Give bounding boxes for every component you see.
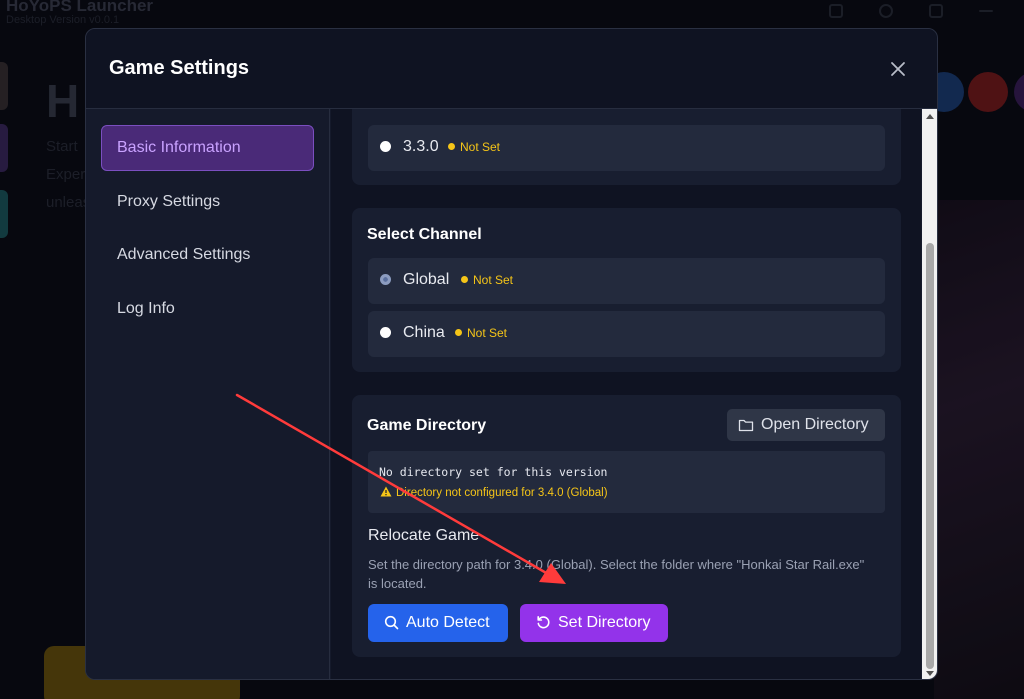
sidebar-item-proxy-settings[interactable]: Proxy Settings: [101, 179, 314, 225]
status-dot: [461, 276, 468, 283]
modal-title: Game Settings: [109, 57, 250, 79]
radio-button[interactable]: [380, 141, 391, 152]
content-scrollbar[interactable]: [922, 109, 937, 679]
version-card: 3.3.0 Not Set: [352, 109, 901, 185]
sidebar-item-advanced-settings[interactable]: Advanced Settings: [101, 232, 314, 278]
settings-sidebar: Basic Information Proxy Settings Advance…: [86, 109, 330, 679]
game-directory-title: Game Directory: [367, 417, 487, 434]
status-badge: Not Set: [455, 326, 507, 340]
directory-status-box: No directory set for this version Direct…: [368, 451, 885, 513]
close-button[interactable]: [886, 57, 910, 81]
game-settings-modal: Game Settings Basic Information Proxy Se…: [85, 28, 938, 680]
channel-label: China: [403, 324, 445, 341]
open-directory-button[interactable]: Open Directory: [727, 409, 885, 441]
auto-detect-button[interactable]: Auto Detect: [368, 604, 508, 642]
directory-warning: Directory not configured for 3.4.0 (Glob…: [380, 486, 608, 499]
channel-option-china[interactable]: China Not Set: [368, 311, 885, 357]
channel-option-global[interactable]: Global Not Set: [368, 258, 885, 304]
close-icon: [891, 62, 905, 76]
status-dot: [448, 143, 455, 150]
settings-content: 3.3.0 Not Set Select Channel Global Not …: [331, 109, 921, 679]
status-dot: [455, 329, 462, 336]
rotate-icon: [537, 616, 550, 629]
status-badge: Not Set: [448, 140, 500, 154]
scroll-up-arrow-icon[interactable]: [926, 114, 934, 119]
channel-card: Select Channel Global Not Set China Not …: [352, 208, 901, 372]
search-icon: [384, 615, 399, 630]
set-directory-label: Set Directory: [558, 614, 651, 631]
directory-status-text: No directory set for this version: [379, 465, 608, 479]
open-directory-label: Open Directory: [761, 416, 869, 433]
channel-label: Global: [403, 271, 450, 288]
status-badge: Not Set: [461, 273, 513, 287]
relocate-game-title: Relocate Game: [368, 527, 480, 544]
sidebar-item-log-info[interactable]: Log Info: [101, 286, 314, 332]
scrollbar-thumb[interactable]: [926, 243, 934, 669]
status-text: Not Set: [473, 273, 514, 287]
version-label: 3.3.0: [403, 138, 439, 155]
status-text: Not Set: [460, 140, 501, 154]
channel-card-title: Select Channel: [367, 226, 482, 243]
modal-header: Game Settings: [86, 29, 937, 109]
radio-button[interactable]: [380, 327, 391, 338]
version-option-3-3-0[interactable]: 3.3.0 Not Set: [368, 125, 885, 171]
sidebar-item-basic-information[interactable]: Basic Information: [101, 125, 314, 171]
directory-warning-text: Directory not configured for 3.4.0 (Glob…: [396, 487, 608, 499]
relocate-game-description: Set the directory path for 3.4.0 (Global…: [368, 557, 865, 591]
set-directory-button[interactable]: Set Directory: [520, 604, 668, 642]
folder-icon: [738, 419, 754, 432]
status-text: Not Set: [467, 326, 508, 340]
radio-button-selected[interactable]: [380, 274, 391, 285]
warning-icon: [380, 486, 392, 497]
game-directory-card: Game Directory Open Directory No directo…: [352, 395, 901, 657]
auto-detect-label: Auto Detect: [406, 614, 490, 631]
scroll-down-arrow-icon[interactable]: [926, 671, 934, 676]
